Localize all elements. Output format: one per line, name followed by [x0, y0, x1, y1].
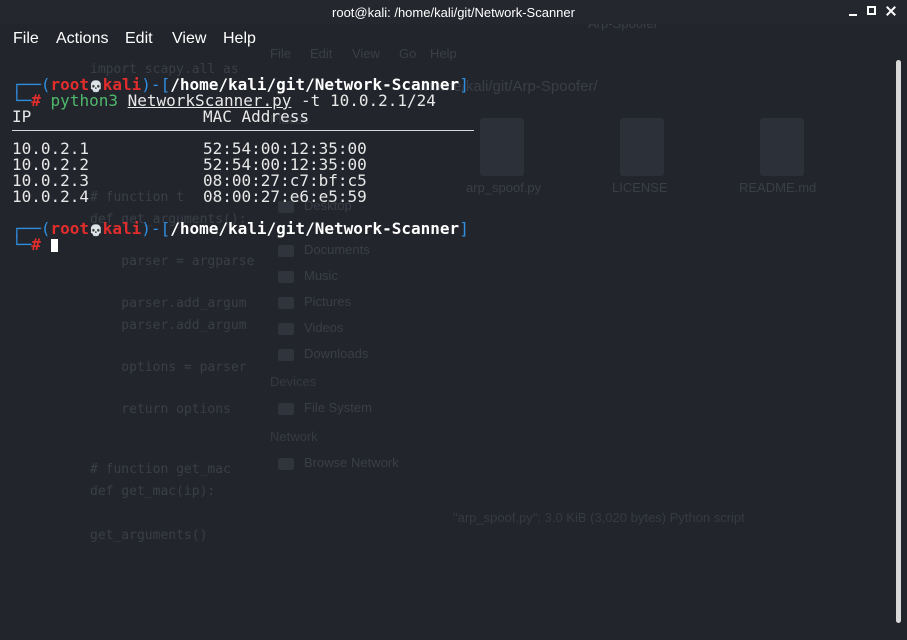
menu-view[interactable]: View: [172, 30, 206, 48]
fm-device-filesystem: File System: [278, 400, 372, 415]
menu-edit[interactable]: Edit: [125, 30, 153, 48]
fm-place-music: Music: [278, 268, 338, 283]
command-line[interactable]: └─#: [12, 237, 58, 253]
pictures-icon: [278, 296, 294, 309]
fm-place-videos: Videos: [278, 320, 344, 335]
prompt-path: /home/kali/git/Network-Scanner: [170, 219, 460, 238]
drive-icon: [278, 402, 294, 415]
file-icon: [760, 118, 804, 176]
command-name: python3: [50, 91, 118, 110]
fm-network-header: Network: [270, 429, 318, 444]
output-row-ip: 10.0.2.4: [12, 187, 90, 206]
fm-file-license: LICENSE: [612, 180, 668, 195]
window-titlebar[interactable]: root@kali: /home/kali/git/Network-Scanne…: [0, 0, 907, 24]
output-divider: [12, 130, 474, 131]
skull-icon: 💀: [89, 224, 103, 237]
network-icon: [278, 457, 294, 470]
menu-actions[interactable]: Actions: [56, 30, 108, 48]
editor-line: get_arguments(): [90, 528, 208, 543]
menu-help[interactable]: Help: [223, 30, 256, 48]
command-target: 10.0.2.1/24: [329, 91, 436, 110]
editor-line: options = parser: [90, 360, 247, 375]
close-icon[interactable]: [886, 6, 896, 16]
maximize-icon[interactable]: [867, 6, 876, 15]
editor-line: # function get_mac: [90, 462, 231, 477]
window-title: root@kali: /home/kali/git/Network-Scanne…: [332, 5, 575, 20]
fm-file-arp-spoof: arp_spoof.py: [466, 180, 542, 195]
folder-icon: [278, 244, 294, 257]
music-icon: [278, 270, 294, 283]
file-icon: [480, 118, 524, 176]
text-cursor: [50, 239, 58, 252]
scrollbar-thumb[interactable]: [896, 60, 901, 623]
background-file-manager: Arp-Spoofer File Edit View Go Help /home…: [262, 16, 902, 540]
prompt-user: root: [50, 219, 90, 238]
menu-bar: File Actions Edit View Help: [0, 24, 907, 54]
downloads-icon: [278, 348, 294, 361]
fm-place-documents: Documents: [278, 242, 370, 257]
prompt-line: ┌──(root💀kali)-[/home/kali/git/Network-S…: [12, 219, 469, 238]
editor-line: parser.add_argum: [90, 296, 247, 311]
output-header-ip: IP: [12, 107, 32, 126]
editor-line: def get_mac(ip):: [90, 484, 216, 499]
videos-icon: [278, 322, 294, 335]
fm-status-bar: "arp_spoof.py": 3.0 KiB (3,020 bytes) Py…: [453, 510, 745, 525]
output-header-mac: MAC Address: [203, 107, 309, 126]
file-icon: [620, 118, 664, 176]
fm-place-pictures: Pictures: [278, 294, 351, 309]
editor-line: # function t: [90, 190, 184, 205]
fm-devices-header: Devices: [270, 374, 317, 389]
prompt-host: kali: [102, 219, 142, 238]
editor-line: return options: [90, 402, 231, 417]
output-row-mac: 08:00:27:e6:e5:59: [203, 187, 367, 206]
fm-file-readme: README.md: [739, 180, 817, 195]
editor-line: parser = argparse: [90, 254, 255, 269]
editor-line: parser.add_argum: [90, 318, 247, 333]
fm-place-downloads: Downloads: [278, 346, 368, 361]
fm-browse-network: Browse Network: [278, 455, 399, 470]
minimize-icon[interactable]: [848, 6, 858, 16]
menu-file[interactable]: File: [13, 30, 39, 48]
